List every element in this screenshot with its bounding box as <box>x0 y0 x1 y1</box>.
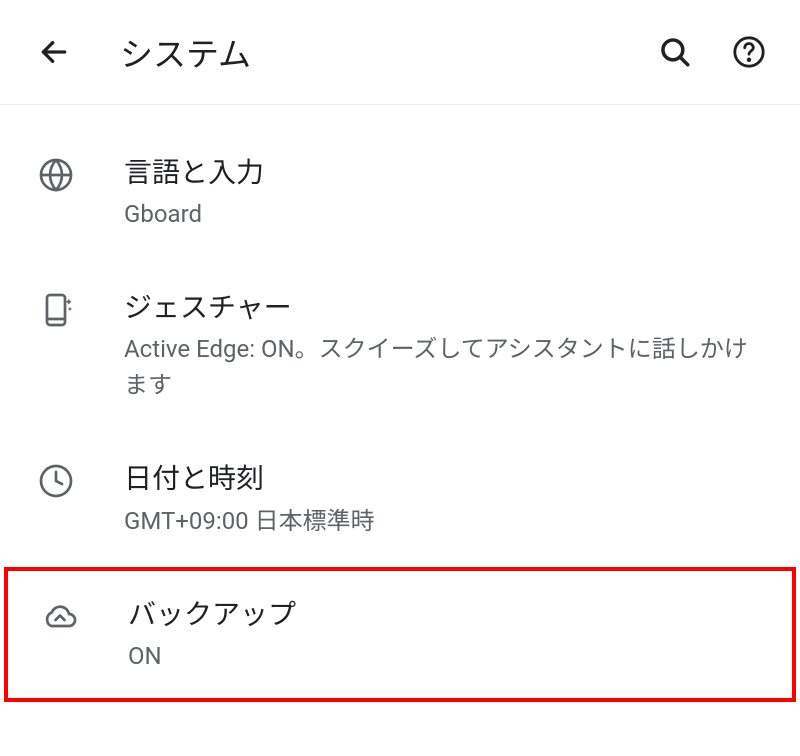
page-title: システム <box>120 28 656 76</box>
list-item-backup[interactable]: バックアップ ON <box>4 567 796 702</box>
item-title: 言語と入力 <box>124 153 768 192</box>
item-title: ジェスチャー <box>124 288 768 327</box>
item-title: バックアップ <box>128 595 764 634</box>
arrow-back-icon <box>38 36 70 68</box>
globe-icon <box>36 155 76 195</box>
settings-list: 言語と入力 Gboard ジェスチャー Active Edge: ON。スクイー… <box>0 105 800 702</box>
help-icon <box>732 35 766 69</box>
search-icon <box>658 35 692 69</box>
item-content: ジェスチャー Active Edge: ON。スクイーズしてアシスタントに話しか… <box>124 288 768 403</box>
item-subtitle: Active Edge: ON。スクイーズしてアシスタントに話しかけます <box>124 331 768 403</box>
header-actions <box>656 33 768 71</box>
search-button[interactable] <box>656 33 694 71</box>
item-content: バックアップ ON <box>128 595 764 674</box>
list-item-languages[interactable]: 言語と入力 Gboard <box>0 125 800 260</box>
item-subtitle: Gboard <box>124 196 768 232</box>
app-header: システム <box>0 0 800 105</box>
list-item-datetime[interactable]: 日付と時刻 GMT+09:00 日本標準時 <box>0 431 800 566</box>
back-button[interactable] <box>36 34 72 70</box>
item-subtitle: ON <box>128 638 764 674</box>
clock-icon <box>36 461 76 501</box>
cloud-upload-icon <box>40 597 80 637</box>
phone-sparkle-icon <box>36 290 76 330</box>
list-item-gestures[interactable]: ジェスチャー Active Edge: ON。スクイーズしてアシスタントに話しか… <box>0 260 800 431</box>
help-button[interactable] <box>730 33 768 71</box>
item-subtitle: GMT+09:00 日本標準時 <box>124 503 768 539</box>
item-content: 言語と入力 Gboard <box>124 153 768 232</box>
item-content: 日付と時刻 GMT+09:00 日本標準時 <box>124 459 768 538</box>
item-title: 日付と時刻 <box>124 459 768 498</box>
